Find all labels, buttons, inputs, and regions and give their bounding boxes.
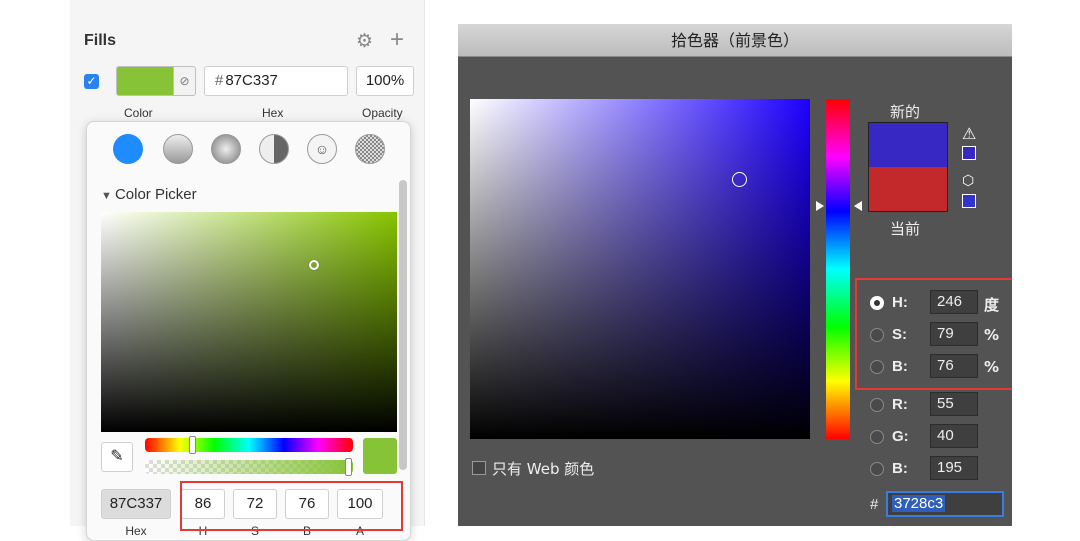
- add-fill-button[interactable]: +: [390, 26, 404, 54]
- gear-icon[interactable]: ⚙: [356, 30, 373, 53]
- hex-value: 3728c3: [892, 495, 946, 512]
- image-fill-icon[interactable]: ☺: [307, 134, 337, 164]
- blue-field[interactable]: 195: [930, 456, 978, 480]
- hue-slider-right-arrow[interactable]: [854, 201, 862, 211]
- highlight-box-ps-hsb: [855, 278, 1012, 390]
- r-radio[interactable]: [870, 398, 884, 412]
- websafe-cube-icon[interactable]: ⬡: [962, 172, 974, 189]
- radial-gradient-icon[interactable]: [211, 134, 241, 164]
- color-picker-header[interactable]: ▼ Color Picker: [101, 186, 197, 203]
- eyedropper-icon[interactable]: ✎: [101, 442, 133, 472]
- color-field-handle[interactable]: [732, 172, 747, 187]
- hue-slider[interactable]: [145, 438, 353, 452]
- disclosure-triangle-icon: ▼: [101, 190, 115, 202]
- web-colors-label: 只有 Web 颜色: [492, 460, 595, 478]
- solid-fill-icon[interactable]: [113, 134, 143, 164]
- g-field[interactable]: 40: [930, 424, 978, 448]
- fill-color-swatch[interactable]: [116, 66, 174, 96]
- fill-hex-value: 87C337: [225, 72, 278, 89]
- fill-hex-field[interactable]: #87C337: [204, 66, 348, 96]
- hex-prefix: #: [215, 72, 224, 89]
- angular-gradient-icon[interactable]: [259, 134, 289, 164]
- noise-fill-icon[interactable]: [355, 134, 385, 164]
- websafe-color-swatch[interactable]: [962, 194, 976, 208]
- alpha-slider[interactable]: [145, 460, 353, 474]
- hex-prefix: #: [870, 496, 879, 513]
- new-color-label: 新的: [890, 103, 921, 121]
- new-color-swatch: [868, 122, 948, 167]
- saturation-brightness-area[interactable]: [101, 212, 397, 432]
- photoshop-color-picker: 拾色器（前景色） 新的 当前 ⚠ ⬡ H: 246 度 S: 79 % B: 7…: [458, 0, 1012, 526]
- color-picker-popover: ☺ ▼ Color Picker ✎ 87C337 86 72 76 100 H…: [86, 121, 411, 541]
- hue-slider-handle[interactable]: [189, 436, 196, 454]
- alpha-slider-handle[interactable]: [345, 458, 352, 476]
- color-field[interactable]: [470, 99, 810, 439]
- fill-opacity-field[interactable]: 100%: [356, 66, 414, 96]
- sv-handle[interactable]: [309, 260, 319, 270]
- blue-radio[interactable]: [870, 462, 884, 476]
- fill-opacity-label: Opacity: [362, 106, 403, 120]
- web-colors-checkbox[interactable]: [472, 461, 486, 475]
- current-color-swatch[interactable]: [868, 167, 948, 212]
- top-strip: [458, 0, 1012, 24]
- gamut-warning-icon[interactable]: ⚠: [962, 124, 976, 144]
- current-color-label: 当前: [890, 220, 921, 238]
- highlight-box-sketch-hsb: [180, 481, 403, 531]
- blend-mode-icon[interactable]: ⊘: [174, 66, 196, 96]
- fill-enabled-checkbox[interactable]: ✓: [84, 74, 99, 89]
- g-label: G:: [892, 428, 909, 445]
- fills-section-title: Fills: [84, 32, 117, 49]
- fill-color-label: Color: [124, 106, 153, 120]
- sketch-fills-panel: Fills ⚙ + ✓ ⊘ #87C337 100% Color Hex Opa…: [70, 0, 425, 541]
- g-radio[interactable]: [870, 430, 884, 444]
- hue-slider-left-arrow[interactable]: [816, 201, 824, 211]
- picker-hex-label: Hex: [125, 524, 147, 538]
- gamut-color-swatch[interactable]: [962, 146, 976, 160]
- linear-gradient-icon[interactable]: [163, 134, 193, 164]
- popover-scrollbar[interactable]: [399, 180, 407, 470]
- color-preview-swatch: [363, 438, 397, 474]
- picker-hex-field[interactable]: 87C337: [101, 489, 171, 519]
- hue-slider[interactable]: [826, 99, 850, 439]
- r-field[interactable]: 55: [930, 392, 978, 416]
- r-label: R:: [892, 396, 908, 413]
- hex-input[interactable]: 3728c3: [886, 491, 1004, 517]
- color-picker-title: Color Picker: [114, 186, 197, 203]
- blue-label: B:: [892, 460, 908, 477]
- dialog-title: 拾色器（前景色）: [458, 24, 1012, 57]
- fill-hex-label: Hex: [262, 106, 284, 120]
